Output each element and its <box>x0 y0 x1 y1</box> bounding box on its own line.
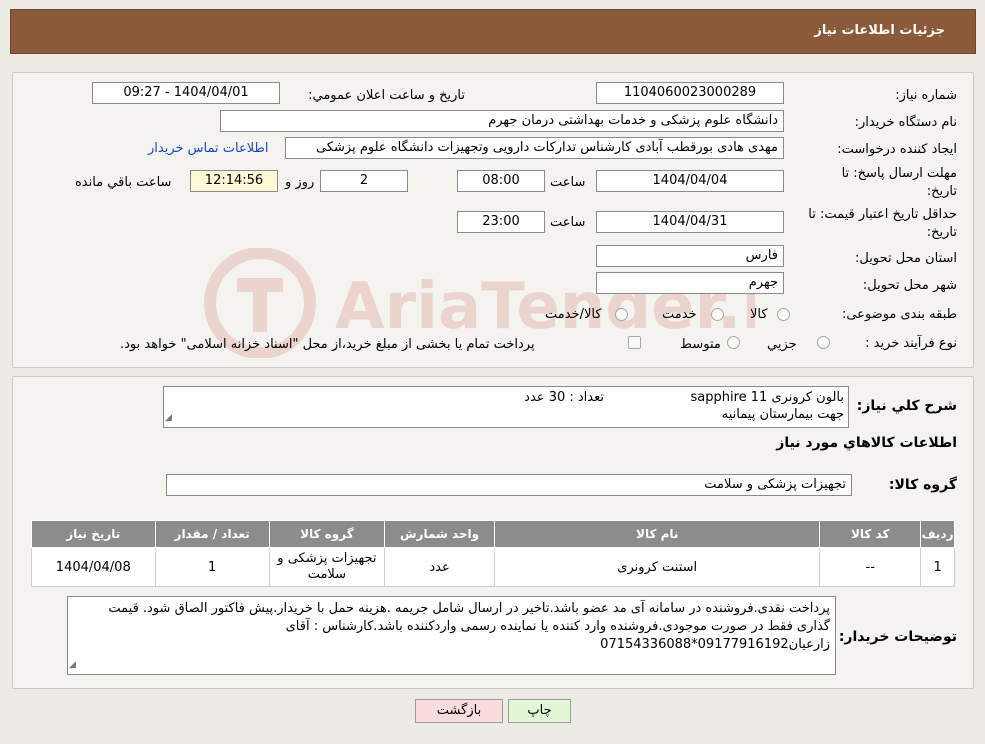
category-goods-radio[interactable] <box>777 308 790 321</box>
requester-field: مهدی هادی بورقطب آبادی کارشناس تدارکات د… <box>285 137 784 159</box>
reply-time-label: ساعت <box>550 175 586 190</box>
treasury-note: پرداخت تمام یا بخشی از مبلغ خرید،از محل … <box>120 337 535 352</box>
category-service-label: خدمت <box>662 307 697 322</box>
category-goods-service-radio[interactable] <box>615 308 628 321</box>
need-number-label: شماره نیاز: <box>895 88 957 103</box>
price-validity-label: حداقل تاریخ اعتبار قیمت: تا تاریخ: <box>808 207 957 240</box>
cell-quantity: 1 <box>154 547 270 587</box>
page-header: جزئیات اطلاعات نیاز <box>10 9 976 54</box>
summary-quantity: تعداد : 30 عدد <box>524 390 604 405</box>
summary-textarea[interactable]: بالون کرونری sapphire 11 تعداد : 30 عدد … <box>163 386 849 428</box>
purchase-partial-radio[interactable] <box>817 336 830 349</box>
delivery-city-label: شهر محل تحویل: <box>862 278 957 293</box>
purchase-medium-radio[interactable] <box>727 336 740 349</box>
col-item-code: کد کالا <box>819 520 922 548</box>
cell-need-date: 1404/04/08 <box>31 547 156 587</box>
summary-label: شرح کلي نیاز: <box>856 398 957 414</box>
buyer-notes-textarea[interactable]: پرداخت نقدی.فروشنده در سامانه آی مد عضو … <box>67 596 836 675</box>
col-item-name: نام کالا <box>494 520 821 548</box>
cell-row-number: 1 <box>920 547 955 587</box>
buyer-notes-text: پرداخت نقدی.فروشنده در سامانه آی مد عضو … <box>108 601 830 652</box>
cell-item-code: -- <box>819 547 922 587</box>
resize-handle-icon[interactable]: ◢ <box>69 656 76 674</box>
treasury-checkbox[interactable] <box>628 336 641 349</box>
category-label: طبقه بندی موضوعی: <box>841 307 957 322</box>
remaining-time: 12:14:56 <box>190 170 278 192</box>
col-need-date: تاریخ نیاز <box>31 520 156 548</box>
purchase-type-label: نوع فرآیند خرید : <box>865 336 957 351</box>
buyer-contact-link[interactable]: اطلاعات تماس خریدار <box>148 141 268 156</box>
announce-datetime-label: تاریخ و ساعت اعلان عمومي: <box>308 88 465 103</box>
goods-info-title: اطلاعات کالاهاي مورد نیاز <box>776 435 957 451</box>
cell-goods-group: تجهیزات پزشکی و سلامت <box>268 547 386 587</box>
need-number-field: 1104060023000289 <box>596 82 784 104</box>
price-validity-date: 1404/04/31 <box>596 211 784 233</box>
category-goods-service-label: کالا/خدمت <box>545 307 602 322</box>
col-unit: واحد شمارش <box>384 520 496 548</box>
days-label: روز و <box>285 175 315 190</box>
cell-unit: عدد <box>384 547 496 587</box>
delivery-province-label: استان محل تحویل: <box>855 251 957 266</box>
price-validity-time: 23:00 <box>457 211 545 233</box>
remaining-days: 2 <box>320 170 408 192</box>
reply-deadline-label: مهلت ارسال پاسخ: تا تاریخ: <box>841 166 957 199</box>
buyer-org-field: دانشگاه علوم پزشکی و خدمات بهداشتی درمان… <box>220 110 784 132</box>
reply-deadline-time: 08:00 <box>457 170 545 192</box>
goods-group-label: گروه کالا: <box>888 477 957 493</box>
category-service-radio[interactable] <box>711 308 724 321</box>
table-header-row: ردیف کد کالا نام کالا واحد شمارش گروه کا… <box>31 520 955 548</box>
purchase-medium-label: متوسط <box>680 337 721 352</box>
price-validity-time-label: ساعت <box>550 215 586 230</box>
category-goods-label: کالا <box>750 307 768 322</box>
goods-group-field: تجهیزات پزشکی و سلامت <box>166 474 852 496</box>
resize-handle-icon[interactable]: ◢ <box>165 410 172 427</box>
col-row-number: ردیف <box>920 520 955 548</box>
print-button[interactable]: چاپ <box>508 699 571 723</box>
summary-item: بالون کرونری sapphire 11 <box>690 390 844 405</box>
buyer-notes-label: توضیحات خریدار: <box>838 629 957 645</box>
summary-line-2: جهت بیمارستان پیمانیه <box>721 407 844 422</box>
page-title: جزئیات اطلاعات نیاز <box>814 23 945 38</box>
table-row: 1 -- استنت کرونری عدد تجهیزات پزشکی و سل… <box>31 547 955 587</box>
goods-table: ردیف کد کالا نام کالا واحد شمارش گروه کا… <box>31 520 955 587</box>
delivery-province-field: فارس <box>596 245 784 267</box>
cell-item-name: استنت کرونری <box>494 547 821 587</box>
col-quantity: تعداد / مقدار <box>154 520 270 548</box>
remaining-time-label: ساعت باقي مانده <box>75 175 172 190</box>
purchase-partial-label: جزیي <box>767 337 797 352</box>
back-button[interactable]: بازگشت <box>415 699 503 723</box>
buyer-org-label: نام دستگاه خریدار: <box>854 115 957 130</box>
delivery-city-field: جهرم <box>596 272 784 294</box>
reply-deadline-date: 1404/04/04 <box>596 170 784 192</box>
col-goods-group: گروه کالا <box>268 520 386 548</box>
requester-label: ایجاد کننده درخواست: <box>837 142 957 157</box>
announce-datetime-field: 1404/04/01 - 09:27 <box>92 82 280 104</box>
